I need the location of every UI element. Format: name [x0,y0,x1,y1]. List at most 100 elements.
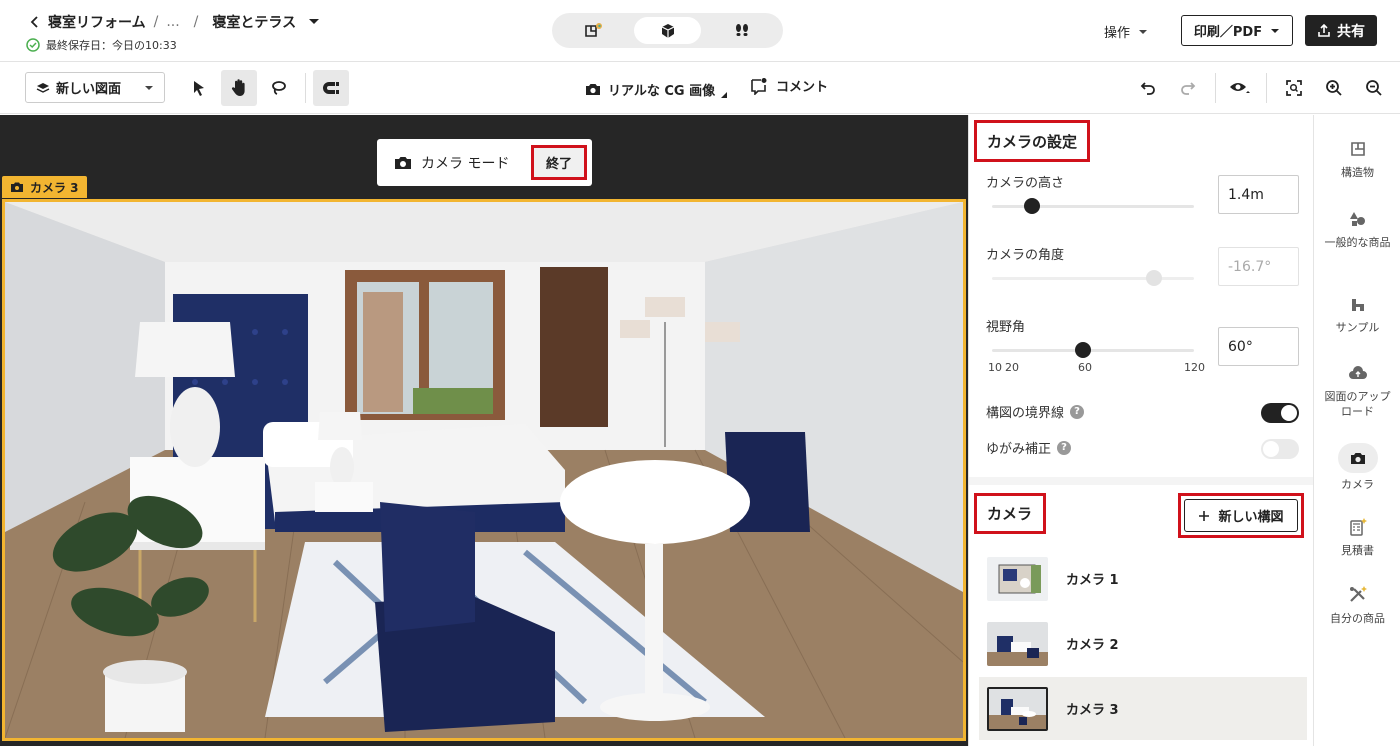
cube-icon [659,22,677,40]
visibility-button[interactable] [1222,70,1258,106]
camera-icon [584,82,602,97]
lasso-tool-button[interactable] [261,70,297,106]
rail-item-estimate[interactable]: 見積書 [1314,515,1400,558]
new-composition-label: 新しい構図 [1218,510,1284,525]
3d-view-button[interactable] [634,17,701,44]
rail-item-structure[interactable]: 構造物 [1314,137,1400,180]
new-plan-label: 新しい図面 [56,82,122,97]
share-icon [1317,23,1331,38]
zoom-in-button[interactable] [1316,70,1352,106]
camera-list-item[interactable]: カメラ 1 [979,547,1307,610]
chevron-down-icon [1138,29,1148,35]
cursor-arrow-icon [191,79,207,97]
divider [1266,73,1267,103]
redo-icon [1180,81,1196,95]
rail-item-sample[interactable]: サンプル [1314,292,1400,335]
fov-input[interactable]: 60° [1218,327,1299,366]
room-render[interactable] [2,199,966,741]
fov-tick-10: 10 [988,361,1002,374]
new-plan-dropdown[interactable]: 新しい図面 [25,72,165,103]
distortion-toggle[interactable] [1261,439,1299,459]
rail-item-my-products[interactable]: 自分の商品 [1314,583,1400,626]
comment-label: コメント [776,80,829,95]
pan-tool-button[interactable] [221,70,257,106]
camera-tag-label: カメラ 3 [30,180,79,195]
hand-icon [230,78,248,98]
plus-icon [1198,510,1210,522]
section-divider [969,477,1314,485]
rail-item-camera[interactable]: カメラ [1314,443,1400,492]
end-camera-mode-button[interactable]: 終了 [531,145,587,180]
snap-tool-button[interactable] [313,70,349,106]
comment-button[interactable]: コメント [750,76,828,95]
floorplan-icon [1346,137,1370,161]
print-pdf-button[interactable]: 印刷／PDF [1181,15,1293,46]
camera-item-label: カメラ 2 [1066,638,1119,653]
camera-icon [10,181,24,193]
toggle-dot [1281,405,1297,421]
camera-height-slider[interactable] [992,198,1194,214]
breadcrumb-ellipsis[interactable]: ... [166,14,179,30]
breadcrumb-parent[interactable]: 寝室リフォーム [48,12,146,32]
cloud-upload-icon [1346,361,1370,385]
operation-menu[interactable]: 操作 [1104,22,1148,41]
slider-knob[interactable] [1074,342,1091,358]
zoom-out-button[interactable] [1356,70,1392,106]
bedroom-scene-image [5,202,963,738]
fit-view-button[interactable] [1276,70,1312,106]
divider [1215,73,1216,103]
cg-label: リアルな CG 画像 [608,84,716,99]
camera-height-label: カメラの高さ [986,176,1065,191]
camera-thumbnail [987,621,1048,666]
camera-height-input[interactable]: 1.4m [1218,175,1299,214]
fov-slider[interactable] [992,342,1194,358]
walkthrough-button[interactable] [708,17,775,44]
new-composition-button[interactable]: 新しい構図 [1184,499,1298,532]
rail-item-products[interactable]: 一般的な商品 [1314,207,1400,250]
house-icon [1346,292,1370,316]
slider-knob[interactable] [1024,198,1041,214]
rail-item-label: 自分の商品 [1330,612,1385,625]
operation-label: 操作 [1104,26,1131,41]
3d-canvas[interactable]: カメラ モード 終了 カメラ 3 [0,115,968,746]
rail-item-label: 一般的な商品 [1324,236,1391,249]
saved-text: 最終保存日：今日の10:33 [46,39,177,52]
breadcrumb-separator: / [193,14,199,30]
chevron-down-icon[interactable] [308,18,320,26]
floorplan-2d-icon [584,22,604,40]
toggle-dot [1263,441,1279,457]
undo-button[interactable] [1130,70,1166,106]
back-chevron-icon[interactable] [30,16,40,28]
help-icon[interactable]: ? [1057,440,1072,455]
redo-button[interactable] [1170,70,1206,106]
save-status: 最終保存日：今日の10:33 [26,37,177,53]
camera-angle-label: カメラの角度 [986,248,1065,263]
layers-icon [36,81,50,95]
rail-item-upload[interactable]: 図面のアップロード [1314,361,1400,419]
project-title[interactable]: 寝室とテラス [212,12,296,32]
zoom-in-icon [1325,79,1343,97]
print-label: 印刷／PDF [1193,25,1263,40]
fov-tick-60: 60 [1078,361,1092,374]
realistic-cg-button[interactable]: リアルな CG 画像 [584,80,728,99]
help-icon[interactable]: ? [1070,404,1085,419]
footprints-icon [733,22,751,40]
camera-list-item[interactable]: カメラ 2 [979,612,1307,675]
divider [305,73,306,103]
shapes-icon [1346,207,1370,231]
boundary-toggle[interactable] [1261,403,1299,423]
right-sidebar: 構造物 一般的な商品 サンプル 図面のアップロード カメラ 見積書 自分の商品 [1313,115,1400,746]
camera-settings-title: カメラの設定 [974,120,1091,162]
slider-knob [1145,270,1162,286]
share-button[interactable]: 共有 [1305,15,1377,46]
rail-item-label: 構造物 [1341,166,1374,179]
fov-tick-120: 120 [1184,361,1205,374]
boundary-row: 構図の境界線 ? [986,402,1085,421]
rail-item-label: サンプル [1335,321,1380,334]
camera-list-item-selected[interactable]: カメラ 3 [979,677,1307,740]
select-tool-button[interactable] [181,70,217,106]
2d-view-button[interactable] [560,17,627,44]
fov-tick-20: 20 [1005,361,1019,374]
share-label: 共有 [1337,23,1365,40]
chevron-down-icon [1270,28,1280,34]
